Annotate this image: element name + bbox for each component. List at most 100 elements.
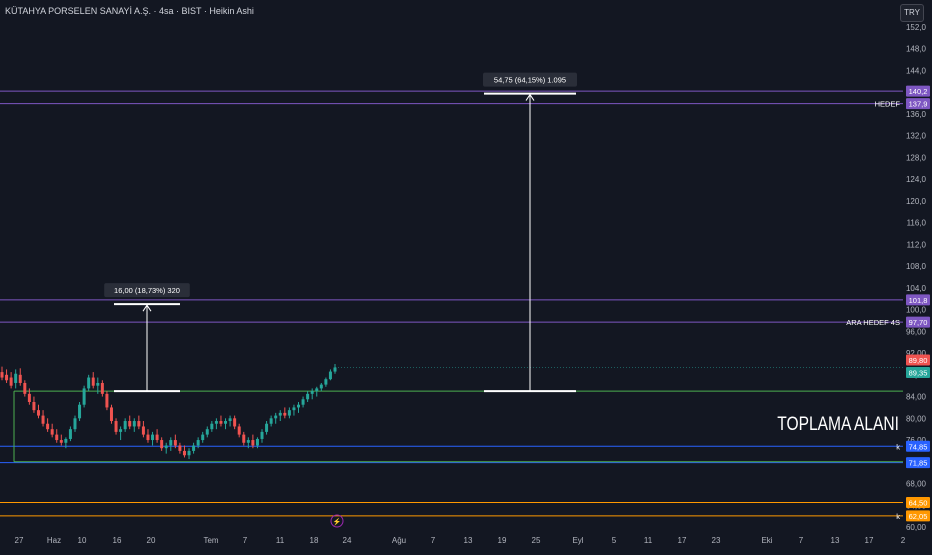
candle-body [114,421,118,432]
candle-body [310,391,314,394]
candle-body [242,434,246,443]
badge-text: 97,70 [909,318,928,327]
candle-body [333,367,337,372]
candle-body [105,393,109,408]
candle-body [78,404,82,419]
x-tick-label: 2 [901,536,906,545]
candle-body [155,434,159,441]
candle-body [59,440,63,443]
orange-line-2-badge: 62,05 [906,510,930,522]
currency-button[interactable]: TRY [900,4,924,22]
candle-body [151,434,155,441]
x-tick-label: Eki [761,536,772,545]
candle [105,391,109,411]
candle-body [287,410,291,416]
candle-body [196,440,200,446]
candle-body [36,410,40,416]
candle-body [5,374,9,381]
x-tick-label: 23 [712,536,721,545]
candle-body [119,429,123,432]
x-tick-label: Eyl [572,536,583,545]
candle-body [269,418,273,424]
y-tick-label: 104,0 [906,284,927,293]
candle-body [82,388,86,405]
chart-area[interactable]: HEDEF ARA HEDEF 4S k k TOPLAMA ALANI 16,00 … [0,0,932,550]
candle-body [87,377,91,389]
candle-body [182,450,186,456]
blue-line-1-badge: 74,85 [906,440,930,452]
y-tick-label: 60,00 [906,523,927,532]
y-tick-label: 112,0 [907,240,927,249]
y-tick-label: 124,0 [906,175,927,184]
x-tick-label: 16 [113,536,122,545]
candle-body [324,379,328,385]
candle-body [164,445,168,449]
candle-body [64,438,68,443]
candle-body [100,382,104,394]
candle-body [233,418,237,427]
candle-body [205,429,209,435]
x-tick-label: Ağu [392,536,406,545]
blue-line-2-badge: 71,85 [906,457,930,469]
badge-text: 101,8 [909,296,928,305]
candle-body [237,426,241,435]
candle-body [246,440,250,443]
y-tick-label: 144,0 [906,66,927,75]
y-tick-label: 96,00 [906,327,927,336]
x-tick-label: 25 [532,536,541,545]
hedef-line-2-badge: 137,9 [906,98,930,110]
blue-line-1-text: k [896,442,900,451]
candle-body [328,371,332,380]
candle-body [210,423,214,430]
measure-label-text: 16,00 (18,73%) 320 [114,286,180,295]
x-tick-label: 24 [343,536,352,545]
x-tick-label: 11 [644,536,653,545]
candle-body [137,421,141,427]
candle-body [160,440,164,449]
candle-body [141,426,145,435]
candle-body [201,434,205,441]
candle-body [73,418,77,430]
candle-body [96,382,100,386]
x-tick-label: 13 [831,536,840,545]
candle [109,404,113,424]
x-tick-label: 11 [276,536,285,545]
candle-body [297,404,301,408]
candle-body [46,423,50,430]
candle-body [41,415,45,424]
candle-body [219,421,223,424]
y-tick-label: 80,00 [906,414,927,423]
candle-body [283,412,287,416]
chart-background [0,0,932,550]
x-tick-label: 10 [78,536,87,545]
candle-body [214,421,218,424]
candle-body [278,412,282,416]
x-tick-label: 19 [498,536,507,545]
orange-line-2-text: k [896,512,900,521]
candle-body [224,421,228,424]
candle-body [9,377,13,386]
candle-body [23,382,27,394]
badge-text: 62,05 [909,512,928,521]
candle-body [91,377,95,386]
y-tick-label: 100,0 [906,306,927,315]
y-tick-label: 116,0 [907,219,927,228]
candle-body [50,429,54,435]
candle-body [0,372,4,378]
candle-body [178,445,182,451]
badge-text: 71,85 [909,459,928,468]
candle-body [32,402,36,411]
price-chart[interactable]: HEDEF ARA HEDEF 4S k k TOPLAMA ALANI 16,00 … [0,0,932,550]
candle-body [251,440,255,446]
y-tick-label: 84,00 [906,393,927,402]
price-badge: 89,80 [906,354,930,366]
candle-body [292,407,296,411]
candle-body [18,374,22,383]
x-tick-label: 18 [310,536,319,545]
candle-body [301,399,305,405]
x-tick-label: 7 [431,536,436,545]
candle-body [306,393,310,400]
candle-body [319,384,323,389]
chart-title: KÜTAHYA PORSELEN SANAYİ A.Ş. · 4sa · BIS… [5,6,254,16]
ara-hedef-line-2-text: ARA HEDEF 4S [846,318,900,327]
